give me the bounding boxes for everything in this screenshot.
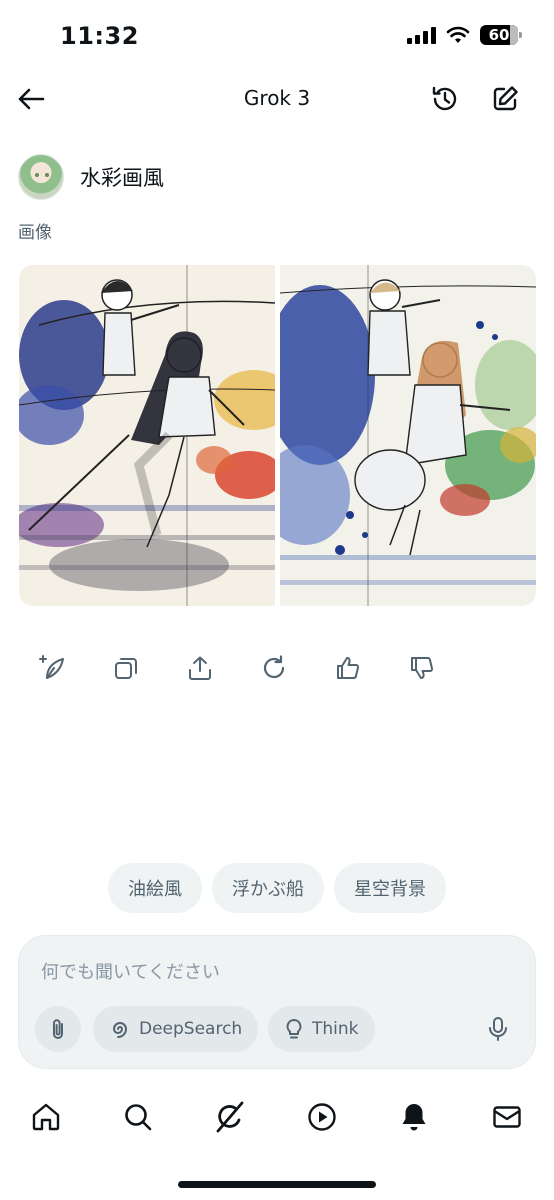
header: Grok 3: [0, 72, 554, 126]
home-icon: [32, 1103, 60, 1131]
page-title: Grok 3: [243, 86, 311, 110]
nav-search[interactable]: [119, 1098, 157, 1136]
deepsearch-button[interactable]: DeepSearch: [93, 1006, 259, 1052]
grok-icon: [216, 1101, 244, 1133]
think-button[interactable]: Think: [268, 1006, 375, 1052]
composer: 何でも聞いてください DeepSearch Think: [18, 935, 536, 1069]
wifi-icon: [446, 26, 470, 43]
bell-icon: [402, 1104, 426, 1131]
like-button[interactable]: [332, 652, 364, 684]
suggestion-chip-starry-sky[interactable]: 星空背景: [334, 863, 446, 913]
nav-notifications[interactable]: [395, 1098, 433, 1136]
generated-image-1[interactable]: [19, 265, 275, 606]
bottom-nav: [0, 1090, 554, 1144]
share-icon: [189, 656, 211, 680]
status-time: 11:32: [60, 22, 139, 50]
nav-video[interactable]: [303, 1098, 341, 1136]
new-chat-button[interactable]: [488, 82, 522, 116]
status-bar: 11:32 60: [0, 0, 554, 70]
home-indicator: [178, 1181, 376, 1188]
lightbulb-icon: [286, 1019, 302, 1039]
deepsearch-icon: [112, 1022, 128, 1038]
generated-image-2[interactable]: [280, 265, 536, 606]
dislike-button[interactable]: [406, 652, 438, 684]
nav-home[interactable]: [27, 1098, 65, 1136]
deepsearch-label: DeepSearch: [139, 1019, 243, 1039]
regenerate-button[interactable]: [258, 652, 290, 684]
message-input[interactable]: 何でも聞いてください: [41, 958, 220, 984]
avatar[interactable]: [18, 154, 64, 200]
status-icons: 60: [407, 25, 522, 45]
mail-icon: [493, 1106, 521, 1128]
battery-level: 60: [488, 26, 510, 44]
image-grid: [19, 265, 536, 606]
suggestion-chip-oil-painting[interactable]: 油絵風: [108, 863, 202, 913]
nav-grok[interactable]: [211, 1098, 249, 1136]
history-icon: [432, 86, 457, 111]
suggestion-chip-floating-ship[interactable]: 浮かぶ船: [212, 863, 324, 913]
user-message: 水彩画風: [18, 154, 164, 200]
edit-image-button[interactable]: [36, 652, 68, 684]
signal-icon: [407, 26, 436, 44]
user-message-text: 水彩画風: [80, 166, 164, 190]
response-actions: [36, 652, 438, 684]
microphone-icon: [489, 1017, 507, 1041]
share-button[interactable]: [184, 652, 216, 684]
attach-button[interactable]: [35, 1006, 81, 1052]
history-button[interactable]: [428, 82, 462, 116]
voice-input-button[interactable]: [481, 1012, 515, 1046]
play-circle-icon: [308, 1103, 336, 1131]
search-icon: [125, 1104, 152, 1131]
copy-icon: [115, 658, 137, 679]
battery-icon: 60: [480, 25, 522, 45]
think-label: Think: [312, 1019, 359, 1039]
feather-sparkle-icon: [39, 655, 64, 679]
paperclip-icon: [53, 1019, 63, 1039]
refresh-icon: [263, 655, 285, 679]
compose-icon: [493, 86, 518, 111]
copy-button[interactable]: [110, 652, 142, 684]
thumbs-down-icon: [411, 657, 434, 679]
thumbs-up-icon: [337, 657, 360, 679]
suggestion-chips: 油絵風 浮かぶ船 星空背景: [0, 863, 554, 913]
nav-messages[interactable]: [488, 1098, 526, 1136]
image-section-label: 画像: [18, 223, 52, 243]
